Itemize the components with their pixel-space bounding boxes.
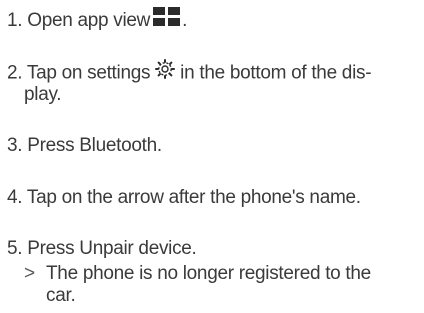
step-3: 3. Press Bluetooth. bbox=[7, 135, 162, 157]
step-4: 4. Tap on the arrow after the phone's na… bbox=[7, 187, 361, 209]
step-5-text: Press Unpair device. bbox=[27, 238, 197, 259]
step-5: 5. Press Unpair device. bbox=[7, 238, 197, 260]
step-3-text: Press Bluetooth. bbox=[27, 135, 162, 156]
step-4-number: 4. bbox=[7, 187, 23, 208]
step-2-text-continued: in the bottom of the dis- bbox=[180, 62, 372, 84]
step-2-text: Tap on settings bbox=[26, 62, 151, 84]
step-5-number: 5. bbox=[7, 238, 23, 259]
step-1-number: 1. bbox=[7, 10, 23, 32]
step-2-wrap: play. bbox=[24, 84, 62, 105]
step-4-text: Tap on the arrow after the phone's name. bbox=[26, 187, 361, 208]
step-1: 1. Open app view . bbox=[7, 7, 188, 33]
step-2-number: 2. bbox=[7, 62, 23, 84]
step-3-number: 3. bbox=[7, 135, 23, 156]
settings-gear-icon bbox=[155, 59, 176, 85]
step-2: 2. Tap on settings in the bottom of the … bbox=[7, 59, 372, 85]
result-marker: > bbox=[24, 263, 35, 284]
result-text: The phone is no longer registered to the bbox=[46, 263, 371, 284]
app-grid-icon bbox=[152, 5, 182, 33]
step-1-end: . bbox=[182, 10, 188, 32]
result-text-wrap: car. bbox=[46, 285, 76, 306]
step-1-text: Open app view bbox=[27, 10, 151, 32]
